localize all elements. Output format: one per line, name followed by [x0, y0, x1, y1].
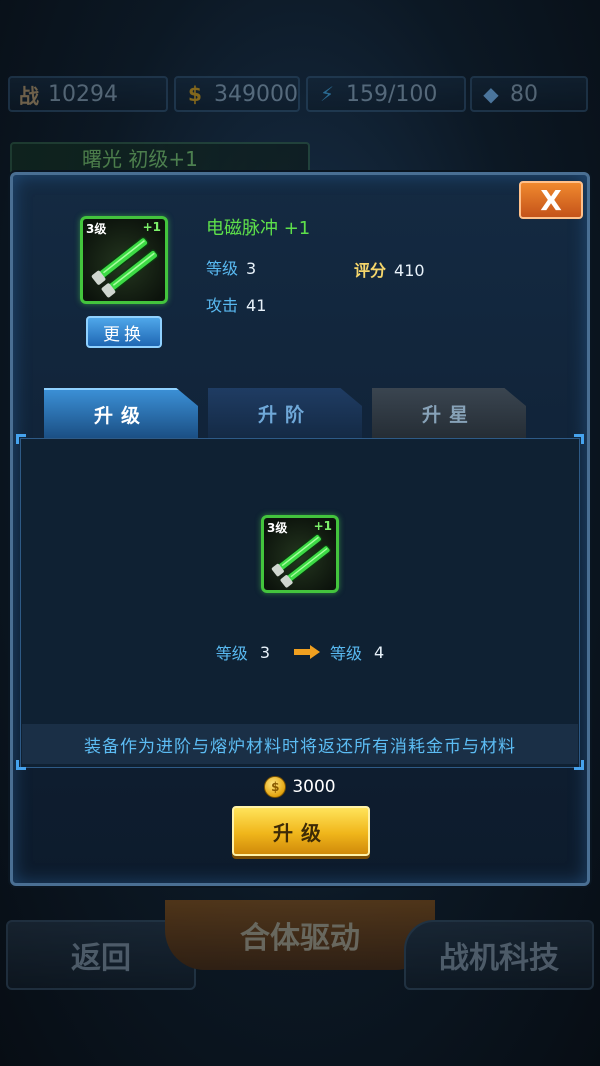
merge-drive-button[interactable]: 合体驱动: [165, 900, 435, 970]
upgrade-preview-icon: 3级 +1: [261, 515, 339, 593]
tab-upgrade[interactable]: 升级: [44, 388, 198, 438]
arrow-right-icon: [294, 645, 320, 659]
item-attack-value: 41: [246, 296, 267, 315]
energy-stat: ⚡ 159/100: [306, 76, 466, 112]
item-name: 电磁脉冲 +1: [206, 218, 311, 239]
combat-power-value: 10294: [48, 81, 118, 107]
bottom-nav: 返回 合体驱动 战机科技: [0, 900, 600, 1020]
energy-value: 159/100: [346, 81, 438, 107]
next-level-value: 4: [374, 642, 385, 662]
item-score-row: 评分 410: [354, 257, 425, 281]
item-attack-row: 攻击 41: [206, 292, 266, 316]
frame-corner: [16, 434, 26, 444]
diamond-icon: ◆: [483, 82, 499, 106]
tab-advance[interactable]: 升阶: [208, 388, 362, 438]
current-level-value: 3: [259, 642, 270, 662]
tab-star-up[interactable]: 升星: [372, 388, 526, 438]
equipment-icon[interactable]: 3级 +1: [80, 216, 168, 304]
gold-coin-icon: $: [264, 776, 287, 798]
preview-level-badge: 3级: [267, 521, 288, 535]
item-level-value: 3: [246, 259, 257, 278]
item-level-badge: 3级: [86, 222, 107, 236]
next-level-label: 等级: [330, 644, 363, 663]
level-change-row: 等级 3 等级 4: [0, 640, 600, 664]
close-button[interactable]: X: [519, 181, 583, 219]
frame-corner: [574, 434, 584, 444]
resource-bar: 战 10294 $ 349000 ⚡ 159/100 ◆ 80: [0, 70, 600, 120]
preview-plus-badge: +1: [313, 519, 332, 533]
item-score-value: 410: [394, 261, 425, 280]
upgrade-content-panel: [20, 438, 580, 768]
item-score-label: 评分: [354, 261, 387, 280]
gold-stat: $ 349000: [174, 76, 300, 112]
cost-value: 3000: [292, 777, 336, 797]
swap-button[interactable]: 更换: [86, 316, 162, 348]
item-level-row: 等级 3: [206, 255, 256, 279]
current-level-label: 等级: [215, 644, 248, 663]
gold-coin-icon: $: [188, 82, 202, 106]
item-plus-badge: +1: [142, 220, 161, 234]
refund-notice: 装备作为进阶与熔炉材料时将返还所有消耗金币与材料: [22, 724, 578, 764]
combat-power-stat: 战 10294: [8, 76, 168, 112]
item-attack-label: 攻击: [206, 296, 239, 315]
upgrade-cost: $ 3000: [0, 776, 600, 798]
combat-power-icon: 战: [19, 83, 39, 108]
item-level-label: 等级: [206, 259, 239, 278]
ship-title: 曙光 初级+1: [10, 142, 310, 176]
diamond-value: 80: [510, 81, 538, 107]
upgrade-button[interactable]: 升级: [232, 806, 370, 856]
energy-icon: ⚡: [319, 82, 335, 106]
diamond-stat: ◆ 80: [470, 76, 588, 112]
ship-tech-button[interactable]: 战机科技: [404, 920, 594, 990]
gold-value: 349000: [214, 81, 298, 107]
